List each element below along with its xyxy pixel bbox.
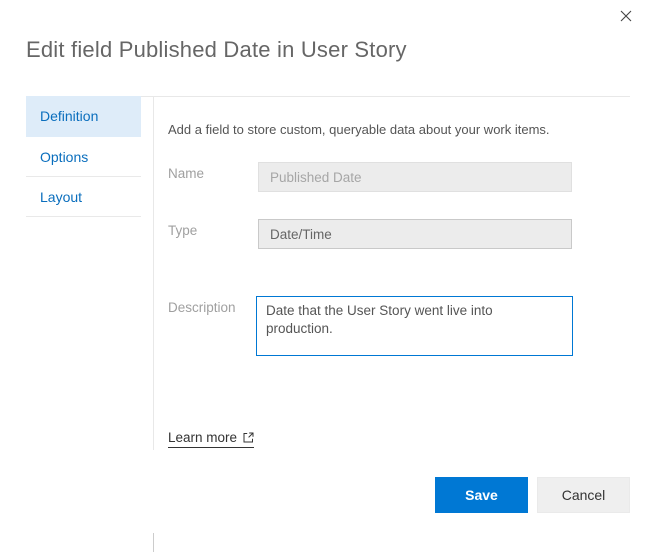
tab-definition[interactable]: Definition (26, 96, 141, 137)
learn-more-link[interactable]: Learn more (168, 430, 255, 448)
cancel-button[interactable]: Cancel (537, 477, 630, 513)
save-button[interactable]: Save (435, 477, 528, 513)
bottom-divider-stub (153, 533, 154, 552)
description-field[interactable]: Date that the User Story went live into … (256, 296, 573, 356)
intro-text: Add a field to store custom, queryable d… (168, 122, 550, 137)
edit-field-dialog: Edit field Published Date in User Story … (0, 0, 648, 552)
sidebar-content-divider (153, 96, 154, 450)
dialog-tab-list: Definition Options Layout (26, 96, 141, 217)
tab-layout[interactable]: Layout (26, 177, 141, 217)
description-label: Description (168, 300, 236, 315)
external-link-icon (243, 432, 254, 443)
name-field[interactable] (258, 162, 572, 192)
close-button[interactable] (615, 5, 637, 27)
name-label: Name (168, 166, 205, 181)
type-label: Type (168, 223, 198, 238)
learn-more-label: Learn more (168, 430, 238, 445)
dialog-title: Edit field Published Date in User Story (26, 36, 407, 62)
close-icon (619, 9, 633, 23)
tab-options[interactable]: Options (26, 137, 141, 177)
type-field[interactable] (258, 219, 572, 249)
